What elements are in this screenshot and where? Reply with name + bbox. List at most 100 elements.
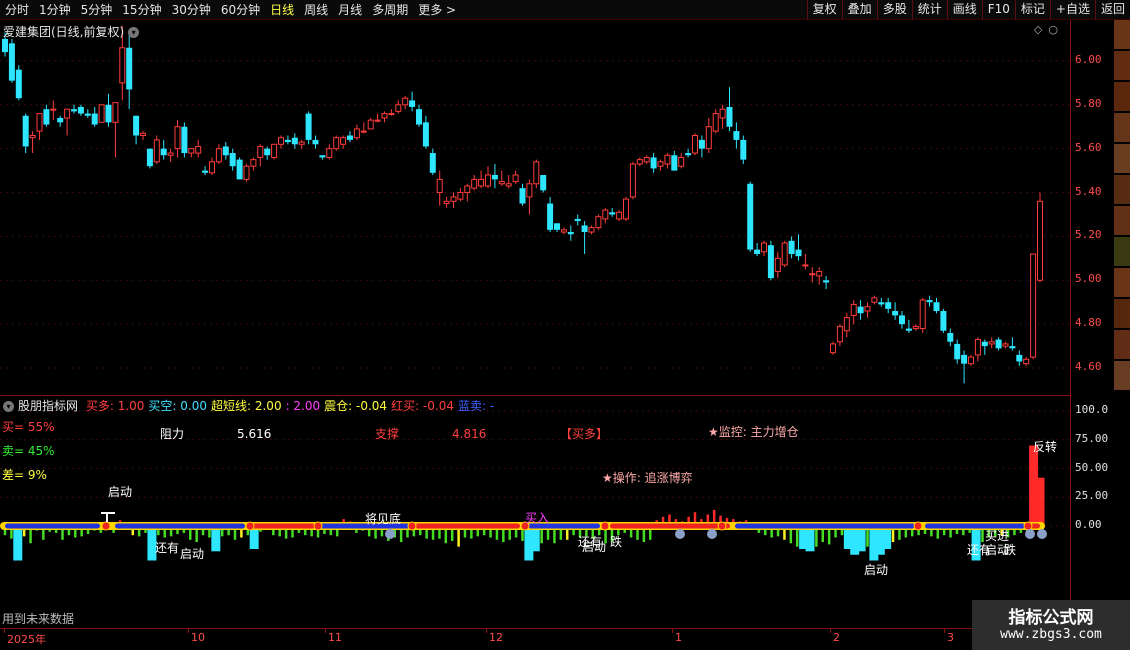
indicator-panel[interactable]: 买= 55% 卖= 45% 差= 9% 阻力 5.616 支撑 4.816 【买多】 ★监控: … xyxy=(0,396,1070,628)
candle[interactable] xyxy=(864,302,871,318)
candle[interactable] xyxy=(567,225,574,241)
candle[interactable] xyxy=(650,153,657,173)
candle[interactable] xyxy=(747,181,754,252)
candle[interactable] xyxy=(443,196,450,208)
candle[interactable] xyxy=(1009,337,1016,351)
candle[interactable] xyxy=(409,91,416,112)
candle[interactable] xyxy=(581,221,588,254)
candle[interactable] xyxy=(823,275,830,290)
candle[interactable] xyxy=(422,115,429,149)
candle[interactable] xyxy=(512,170,519,184)
candle[interactable] xyxy=(360,122,367,134)
candle[interactable] xyxy=(740,135,747,165)
candle[interactable] xyxy=(153,135,160,165)
candle[interactable] xyxy=(291,133,298,149)
candle[interactable] xyxy=(471,174,478,191)
candle[interactable] xyxy=(885,297,892,314)
timeframe-tab-9[interactable]: 多周期 xyxy=(367,0,413,20)
candle[interactable] xyxy=(857,300,864,320)
candlestick-chart[interactable] xyxy=(0,20,1070,396)
candle[interactable] xyxy=(381,111,388,123)
candle[interactable] xyxy=(547,196,554,233)
candle[interactable] xyxy=(899,311,905,329)
candle[interactable] xyxy=(195,139,202,158)
candle[interactable] xyxy=(933,297,940,314)
candle[interactable] xyxy=(498,170,505,186)
candle[interactable] xyxy=(174,120,181,158)
candle[interactable] xyxy=(657,159,664,171)
candle[interactable] xyxy=(595,214,602,230)
candle[interactable] xyxy=(112,102,119,158)
indicator-chart[interactable]: 买= 55% 卖= 45% 差= 9% 阻力 5.616 支撑 4.816 【买多】 ★监控: … xyxy=(0,396,1070,628)
candle[interactable] xyxy=(250,157,257,171)
candle[interactable] xyxy=(57,115,64,127)
timeframe-tab-10[interactable]: 更多 > xyxy=(413,0,461,20)
candle[interactable] xyxy=(167,148,174,162)
candle[interactable] xyxy=(554,223,560,233)
candle[interactable] xyxy=(98,104,105,123)
candle[interactable] xyxy=(298,139,305,149)
candle[interactable] xyxy=(188,148,195,158)
candle[interactable] xyxy=(284,135,291,145)
candle[interactable] xyxy=(1037,192,1043,283)
candle[interactable] xyxy=(505,174,512,189)
candle[interactable] xyxy=(257,144,264,167)
candle[interactable] xyxy=(374,113,381,123)
candle[interactable] xyxy=(229,148,236,171)
candle[interactable] xyxy=(981,339,988,355)
candle[interactable] xyxy=(312,135,319,149)
candle[interactable] xyxy=(940,308,947,333)
price-panel[interactable]: 爱建集团(日线,前复权) ▾ ◇○ xyxy=(0,20,1070,396)
tool-button-5[interactable]: F10 xyxy=(981,0,1015,20)
candle[interactable] xyxy=(160,139,167,160)
timeframe-tab-6[interactable]: 日线 xyxy=(265,0,299,20)
candle[interactable] xyxy=(340,135,347,149)
candle[interactable] xyxy=(692,133,698,156)
candle[interactable] xyxy=(843,313,850,338)
candle[interactable] xyxy=(540,174,547,193)
candle[interactable] xyxy=(1016,350,1023,366)
candle[interactable] xyxy=(919,297,926,333)
candle[interactable] xyxy=(43,104,50,127)
candle[interactable] xyxy=(1002,341,1009,349)
tool-button-0[interactable]: 复权 xyxy=(806,0,842,20)
candle[interactable] xyxy=(636,157,643,167)
candle[interactable] xyxy=(333,135,340,151)
candle[interactable] xyxy=(774,251,781,279)
candle[interactable] xyxy=(1023,357,1030,366)
candle[interactable] xyxy=(395,100,402,114)
tool-button-1[interactable]: 叠加 xyxy=(841,0,877,20)
candle[interactable] xyxy=(464,183,471,202)
candle[interactable] xyxy=(602,207,609,224)
tool-button-3[interactable]: 统计 xyxy=(911,0,947,20)
candle[interactable] xyxy=(367,117,374,130)
candle[interactable] xyxy=(788,236,795,259)
candle[interactable] xyxy=(616,210,623,222)
candle[interactable] xyxy=(671,150,678,171)
timeframe-tab-1[interactable]: 1分钟 xyxy=(34,0,76,20)
candle[interactable] xyxy=(526,179,533,215)
candle[interactable] xyxy=(836,324,843,347)
candle[interactable] xyxy=(133,115,140,145)
candle[interactable] xyxy=(850,300,857,325)
candle[interactable] xyxy=(181,122,188,158)
candle[interactable] xyxy=(574,214,581,226)
candle[interactable] xyxy=(77,104,84,116)
candle[interactable] xyxy=(643,155,650,165)
candle[interactable] xyxy=(457,188,464,202)
candle[interactable] xyxy=(347,131,353,143)
candle[interactable] xyxy=(961,350,968,384)
candle[interactable] xyxy=(84,109,91,118)
tool-button-7[interactable]: +自选 xyxy=(1049,0,1095,20)
candle[interactable] xyxy=(8,38,15,83)
candle[interactable] xyxy=(995,337,1002,351)
candle[interactable] xyxy=(388,109,395,116)
panel-corner-icons[interactable]: ◇○ xyxy=(1034,23,1064,36)
candle[interactable] xyxy=(754,243,761,257)
candle[interactable] xyxy=(64,108,71,136)
candle[interactable] xyxy=(36,113,43,140)
candle[interactable] xyxy=(816,267,823,285)
tool-button-2[interactable]: 多股 xyxy=(876,0,912,20)
candle[interactable] xyxy=(802,253,809,270)
candle[interactable] xyxy=(629,161,636,200)
